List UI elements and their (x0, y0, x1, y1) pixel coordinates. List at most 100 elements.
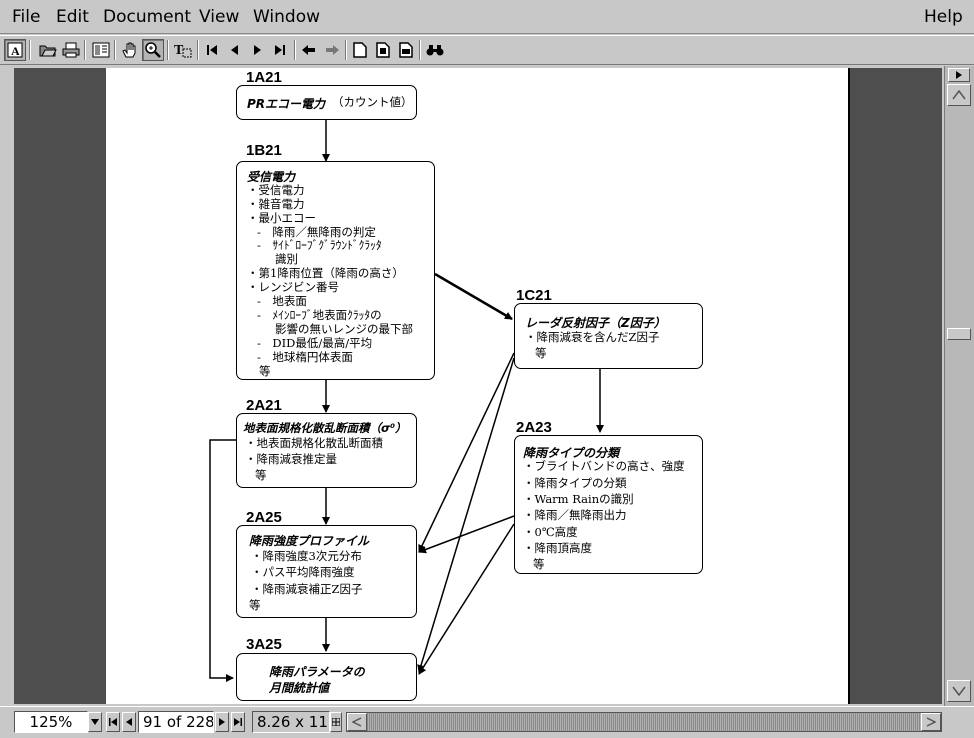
document-page: 1A21 PRエコー電力 （カウント値） 1B21 受信電力 ・受信電力 ・雑音… (106, 68, 850, 704)
node-2a21-line: ・降雨減衰推定量 (245, 452, 337, 466)
horizontal-scrollbar[interactable] (346, 712, 942, 732)
node-2a23-line: ・降雨頂高度 (523, 541, 592, 555)
open-icon[interactable] (37, 39, 59, 61)
next-page-icon[interactable] (246, 39, 268, 61)
prev-page-icon[interactable] (224, 39, 246, 61)
node-1b21-line: 識別 (275, 252, 298, 266)
node-1c21-id: 1C21 (516, 287, 552, 304)
node-2a23-line: ・ブライトバンドの高さ、強度 (523, 459, 685, 473)
panel-toggle-button[interactable] (948, 68, 970, 82)
node-2a23: 降雨タイプの分類 ・ブライトバンドの高さ、強度 ・降雨タイプの分類 ・Warm … (514, 435, 703, 574)
scroll-thumb[interactable] (947, 328, 971, 340)
vertical-scrollbar[interactable] (944, 66, 974, 706)
node-2a23-line: 等 (533, 557, 545, 571)
menu-file[interactable]: File (12, 8, 40, 26)
document-viewport[interactable]: 1A21 PRエコー電力 （カウント値） 1B21 受信電力 ・受信電力 ・雑音… (14, 68, 942, 704)
node-1b21-line: 影響の無いレンジの最下部 (275, 322, 413, 336)
node-2a21-line: ・地表面規格化散乱断面積 (245, 436, 383, 450)
node-1b21-id: 1B21 (246, 142, 282, 159)
node-2a23-id: 2A23 (516, 419, 552, 436)
scroll-down-button[interactable] (947, 680, 971, 702)
node-2a23-line: ・降雨タイプの分類 (523, 476, 627, 490)
node-1b21-line: ・レンジビン番号 (247, 280, 339, 294)
toolbar-separator (84, 40, 86, 60)
toolbar-separator (294, 40, 296, 60)
node-1b21-line: ・第1降雨位置（降雨の高さ） (247, 266, 404, 280)
diagram-connectors (209, 120, 604, 682)
node-1b21-line: - 地表面 (257, 294, 307, 308)
status-bar: 125% 91 of 228 8.26 x 11.69 in (0, 706, 974, 738)
node-2a21-line: 等 (255, 468, 267, 482)
toolbar-separator (29, 40, 31, 60)
left-gutter (0, 68, 14, 704)
actual-size-icon[interactable] (349, 39, 371, 61)
chevron-up-icon (952, 90, 966, 100)
toolbar-separator (197, 40, 199, 60)
first-page-icon[interactable] (201, 39, 223, 61)
chevron-left-icon (352, 717, 362, 727)
node-2a21: 地表面規格化散乱断面積（σ⁰） ・地表面規格化散乱断面積 ・降雨減衰推定量 等 (236, 413, 417, 488)
node-2a23-line: ・降雨／無降雨出力 (523, 508, 627, 522)
node-2a25-line: 等 (249, 598, 261, 612)
prev-page-icon (126, 718, 132, 726)
page-number-field[interactable]: 91 of 228 (138, 711, 214, 733)
node-1b21-line: ・雑音電力 (247, 197, 305, 211)
node-1a21-suffix: （カウント値） (332, 95, 413, 109)
node-3a25-title-line2: 月間統計値 (269, 681, 330, 695)
text-select-icon[interactable]: T (172, 39, 194, 61)
go-forward-icon[interactable] (321, 39, 343, 61)
node-1c21-line: 等 (535, 346, 547, 360)
menu-bar: File Edit Document View Window Help (0, 0, 974, 34)
menu-document[interactable]: Document (103, 8, 191, 26)
last-page-icon[interactable] (269, 39, 291, 61)
status-last-page-button[interactable] (231, 712, 245, 732)
node-1c21-line: ・降雨減衰を含んだZ因子 (525, 330, 660, 344)
toolbar-separator (419, 40, 421, 60)
svg-text:A: A (11, 44, 20, 58)
last-page-icon (234, 718, 242, 726)
node-1a21-title: PRエコー電力 (247, 97, 326, 111)
node-1b21-line: - 地球楕円体表面 (257, 350, 353, 364)
select-text-icon[interactable]: A (4, 39, 26, 61)
thumbnails-icon[interactable] (90, 39, 112, 61)
menu-edit[interactable]: Edit (56, 8, 89, 26)
grid-icon (332, 718, 340, 726)
node-2a25-id: 2A25 (246, 509, 282, 526)
node-2a23-line: ・Warm Rainの識別 (523, 492, 634, 506)
menu-view[interactable]: View (199, 8, 239, 26)
node-2a21-id: 2A21 (246, 397, 282, 414)
go-back-icon[interactable] (298, 39, 320, 61)
node-1b21-line: ・最小エコー (247, 211, 316, 225)
node-1b21-line: - ｻｲﾄﾞﾛｰﾌﾞｸﾞﾗｳﾝﾄﾞｸﾗｯﾀ (257, 238, 382, 252)
node-1b21-line: - ﾒｲﾝﾛｰﾌﾞ地表面ｸﾗｯﾀの (257, 308, 382, 322)
zoom-icon[interactable] (142, 39, 164, 61)
toolbar: A T (0, 35, 974, 65)
status-prev-page-button[interactable] (122, 712, 136, 732)
find-icon[interactable] (424, 39, 446, 61)
node-1b21-line: - 降雨／無降雨の判定 (257, 225, 376, 239)
chevron-down-icon (952, 686, 966, 696)
print-icon[interactable] (60, 39, 82, 61)
page-size-field: 8.26 x 11.69 in (252, 711, 330, 733)
scroll-left-button[interactable] (347, 713, 367, 731)
node-1a21: PRエコー電力 （カウント値） (236, 85, 417, 120)
scroll-up-button[interactable] (947, 84, 971, 106)
node-2a21-title: 地表面規格化散乱断面積（σ⁰） (243, 421, 407, 435)
fit-page-icon[interactable] (372, 39, 394, 61)
page-size-toggle[interactable] (330, 712, 342, 732)
first-page-icon (109, 718, 117, 726)
node-1b21-line: ・受信電力 (247, 183, 305, 197)
hand-icon[interactable] (119, 39, 141, 61)
fit-width-icon[interactable] (395, 39, 417, 61)
scroll-right-button[interactable] (921, 713, 941, 731)
toolbar-separator (167, 40, 169, 60)
node-2a25: 降雨強度プロファイル ・降雨強度3次元分布 ・パス平均降雨強度 ・降雨減衰補正Z… (236, 525, 417, 618)
menu-window[interactable]: Window (253, 8, 320, 26)
zoom-dropdown-button[interactable] (88, 712, 102, 732)
zoom-field[interactable]: 125% (14, 711, 88, 733)
status-first-page-button[interactable] (106, 712, 120, 732)
node-1a21-id: 1A21 (246, 69, 282, 86)
next-page-icon (219, 718, 225, 726)
menu-help[interactable]: Help (924, 8, 963, 26)
status-next-page-button[interactable] (215, 712, 229, 732)
